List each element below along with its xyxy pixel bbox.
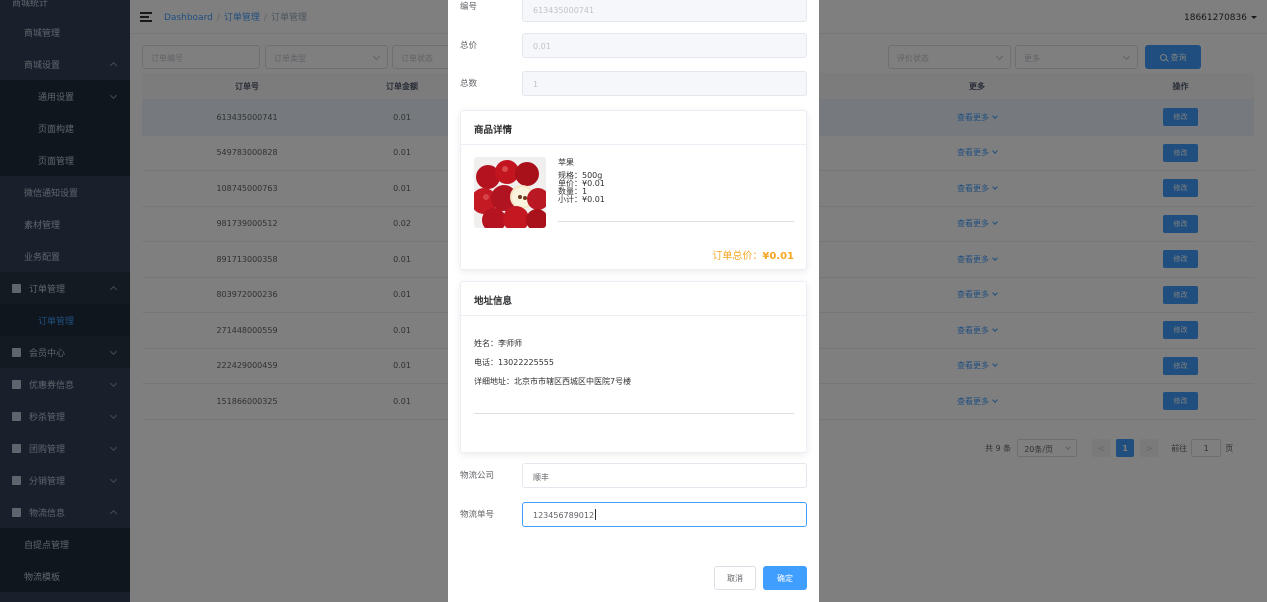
logistics-company-input[interactable]: 顺丰 (522, 463, 807, 488)
address-card-title: 地址信息 (461, 282, 806, 316)
number-row: 编号 613435000741 (460, 0, 807, 22)
total-count-row: 总数 1 (460, 71, 807, 96)
tracking-number-label: 物流单号 (460, 510, 495, 520)
total-price-label: 总价 (460, 41, 478, 51)
recipient-name: 姓名：李师师 (474, 339, 522, 348)
order-detail-dialog: 编号 613435000741 总价 0.01 总数 1 商品详情 苹果 规格：… (448, 0, 819, 602)
number-label: 编号 (460, 2, 478, 12)
product-detail: 规格：500g 单价：¥0.01 数量：1 小计：¥0.01 (558, 172, 605, 204)
order-total: 订单总价：¥0.01 (712, 251, 794, 262)
product-name: 苹果 (558, 158, 574, 167)
product-subtotal: 小计：¥0.01 (558, 195, 605, 204)
cancel-button[interactable]: 取消 (714, 566, 756, 590)
address-card: 地址信息 姓名：李师师 电话：13022225555 详细地址：北京市市辖区西城… (460, 281, 807, 453)
recipient-phone: 电话：13022225555 (474, 358, 554, 367)
logistics-company-row: 物流公司 顺丰 (460, 463, 807, 488)
logistics-company-label: 物流公司 (460, 471, 495, 481)
total-price-input[interactable]: 0.01 (522, 33, 807, 58)
number-input[interactable]: 613435000741 (522, 0, 807, 22)
product-card-title: 商品详情 (461, 111, 806, 145)
total-count-label: 总数 (460, 79, 478, 89)
order-total-value: ¥0.01 (762, 251, 794, 262)
total-count-input[interactable]: 1 (522, 71, 807, 96)
recipient-address: 详细地址：北京市市辖区西城区中医院7号楼 (474, 377, 632, 386)
product-detail-card: 商品详情 苹果 规格：500g 单价：¥0.01 数量：1 小计：¥0.01 订… (460, 110, 807, 270)
divider (474, 413, 794, 414)
total-price-row: 总价 0.01 (460, 33, 807, 58)
text-cursor (595, 509, 597, 520)
tracking-number-input[interactable]: 123456789012 (522, 502, 807, 527)
divider (558, 221, 794, 222)
confirm-button[interactable]: 确定 (763, 566, 807, 590)
tracking-number-row: 物流单号 123456789012 (460, 502, 807, 527)
product-image (474, 157, 546, 228)
